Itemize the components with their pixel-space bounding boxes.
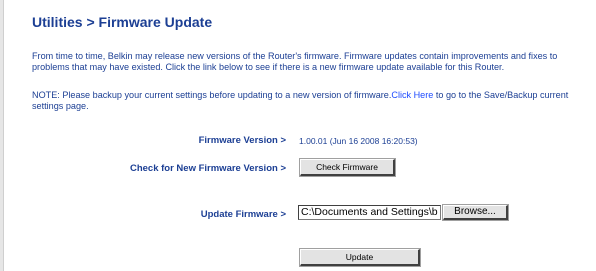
backup-settings-link[interactable]: Click Here <box>391 90 433 100</box>
firmware-version-label: Firmware Version > <box>198 135 286 146</box>
page-title: Utilities > Firmware Update <box>32 14 213 30</box>
check-firmware-button[interactable]: Check Firmware <box>299 158 396 177</box>
update-firmware-label: Update Firmware > <box>200 209 286 220</box>
check-firmware-label: Check for New Firmware Version > <box>129 163 286 174</box>
intro-text: From time to time, Belkin may release ne… <box>32 51 558 72</box>
backup-note: NOTE: Please backup your current setting… <box>32 90 592 112</box>
update-button[interactable]: Update <box>299 248 421 267</box>
browse-button[interactable]: Browse... <box>442 204 509 221</box>
left-border <box>0 0 4 271</box>
firmware-file-input[interactable]: C:\Documents and Settings\b <box>298 205 441 220</box>
backup-note-text: NOTE: Please backup your current setting… <box>32 90 392 100</box>
firmware-version-value: 1.00.01 (Jun 16 2008 16:20:53) <box>299 136 418 146</box>
firmware-update-page: Utilities > Firmware Update From time to… <box>0 0 596 271</box>
